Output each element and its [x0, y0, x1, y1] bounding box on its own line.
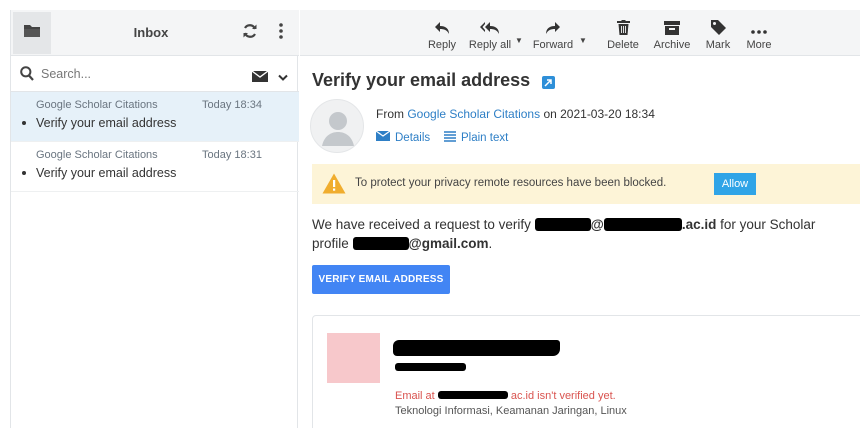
folder-title: Inbox	[133, 25, 169, 40]
forward-label: Forward	[532, 39, 574, 51]
remote-resources-notice: To protect your privacy remote resources…	[312, 164, 860, 204]
forward-button[interactable]: Forward	[530, 10, 576, 56]
message-sender: Google Scholar Citations	[36, 149, 158, 161]
vertical-dots-icon	[279, 22, 283, 44]
body-line-2: profile @gmail.com.	[312, 234, 860, 253]
forward-icon	[545, 13, 561, 35]
body-text: for your Scholar	[720, 217, 816, 232]
email-unverified-notice: Email at ac.id isn't verified yet.	[395, 390, 616, 402]
body-text: We have received a request to verify	[312, 217, 531, 232]
message-list-pane: Inbox Google Scholar Citations Today 18:	[10, 10, 299, 428]
mark-button[interactable]: Mark	[700, 10, 736, 56]
warning-icon	[322, 173, 346, 199]
search-input[interactable]	[41, 63, 241, 85]
plain-text-link[interactable]: Plain text	[444, 131, 508, 145]
redacted-affiliation	[395, 363, 466, 371]
folder-icon	[23, 24, 41, 43]
body-text: .	[488, 236, 493, 251]
reply-all-dropdown[interactable]: ▼	[515, 36, 523, 45]
archive-label: Archive	[653, 39, 691, 51]
unverified-suffix: ac.id isn't verified yet.	[510, 390, 616, 402]
unread-dot-icon	[22, 121, 26, 125]
message-toolbar: Reply Reply all ▼ Forward ▼ Delete Archi…	[300, 10, 860, 56]
delete-button[interactable]: Delete	[605, 10, 641, 56]
tag-icon	[710, 13, 726, 35]
trash-icon	[616, 13, 630, 35]
reply-button[interactable]: Reply	[424, 10, 460, 56]
unverified-prefix: Email at	[395, 390, 435, 402]
reply-all-icon	[480, 13, 500, 35]
more-label: More	[746, 39, 772, 51]
message-list-header: Inbox	[11, 10, 299, 56]
archive-button[interactable]: Archive	[651, 10, 693, 56]
message-date: Today 18:31	[202, 149, 262, 161]
profile-interests: Teknologi Informasi, Keamanan Jaringan, …	[395, 405, 627, 417]
search-bar	[11, 56, 299, 92]
refresh-button[interactable]	[239, 20, 261, 46]
message-list-item[interactable]: Google Scholar Citations Today 18:31 Ver…	[11, 142, 299, 192]
message-subject: Verify your email address	[36, 116, 177, 130]
redacted-profile-name	[393, 340, 560, 356]
from-prefix: From	[376, 107, 404, 121]
more-button[interactable]: More	[742, 10, 776, 56]
delete-label: Delete	[607, 39, 639, 51]
details-link[interactable]: Details	[375, 130, 431, 144]
message-list-item[interactable]: Google Scholar Citations Today 18:34 Ver…	[11, 92, 299, 142]
search-icon	[20, 66, 34, 86]
message-body: We have received a request to verify @ .a…	[312, 215, 860, 253]
plain-text-label: Plain text	[461, 132, 509, 144]
message-sender: Google Scholar Citations	[36, 99, 158, 111]
reply-label: Reply	[427, 39, 457, 51]
reply-icon	[434, 13, 450, 35]
message-subject-heading: Verify your email address	[312, 70, 531, 90]
envelope-icon	[251, 69, 269, 86]
external-link-icon	[544, 74, 553, 92]
message-date: Today 18:34	[202, 99, 262, 111]
unread-dot-icon	[22, 171, 26, 175]
list-options-button[interactable]	[273, 20, 289, 46]
mark-label: Mark	[705, 39, 731, 51]
text-lines-icon	[444, 131, 456, 145]
redacted-text	[437, 391, 508, 399]
folders-button[interactable]	[13, 12, 51, 54]
more-dots-icon	[751, 13, 767, 35]
message-view: Verify your email address From Google Sc…	[300, 56, 860, 428]
body-gmail: @gmail.com	[408, 236, 489, 251]
message-subject: Verify your email address	[36, 166, 177, 180]
details-label: Details	[395, 131, 431, 144]
allow-remote-resources-button[interactable]: Allow	[714, 173, 756, 195]
sender-link[interactable]: Google Scholar Citations	[407, 107, 540, 121]
reply-all-button[interactable]: Reply all	[466, 10, 514, 56]
body-domain: .ac.id	[681, 217, 717, 232]
envelope-icon	[375, 130, 391, 144]
redacted-text	[603, 218, 682, 231]
redacted-text	[352, 237, 409, 250]
privacy-notice-text: To protect your privacy remote resources…	[355, 177, 667, 189]
profile-photo	[327, 333, 380, 383]
redacted-text	[534, 218, 591, 231]
body-line-1: We have received a request to verify @ .a…	[312, 215, 860, 234]
sender-avatar	[310, 99, 364, 153]
body-text: profile	[312, 236, 349, 251]
message-from-line: From Google Scholar Citations on 2021-03…	[376, 107, 655, 121]
body-at-sign: @	[590, 217, 604, 232]
archive-icon	[664, 13, 680, 35]
message-datetime: on 2021-03-20 18:34	[543, 107, 655, 121]
search-scope-button[interactable]	[251, 69, 269, 87]
forward-dropdown[interactable]: ▼	[579, 36, 587, 45]
verify-email-button[interactable]: VERIFY EMAIL ADDRESS	[312, 265, 450, 294]
reply-all-label: Reply all	[468, 39, 512, 51]
refresh-icon	[242, 23, 258, 44]
chevron-down-icon[interactable]	[278, 69, 288, 87]
open-in-new-window-button[interactable]	[542, 76, 555, 89]
scholar-profile-card: Email at ac.id isn't verified yet. Tekno…	[312, 315, 860, 428]
